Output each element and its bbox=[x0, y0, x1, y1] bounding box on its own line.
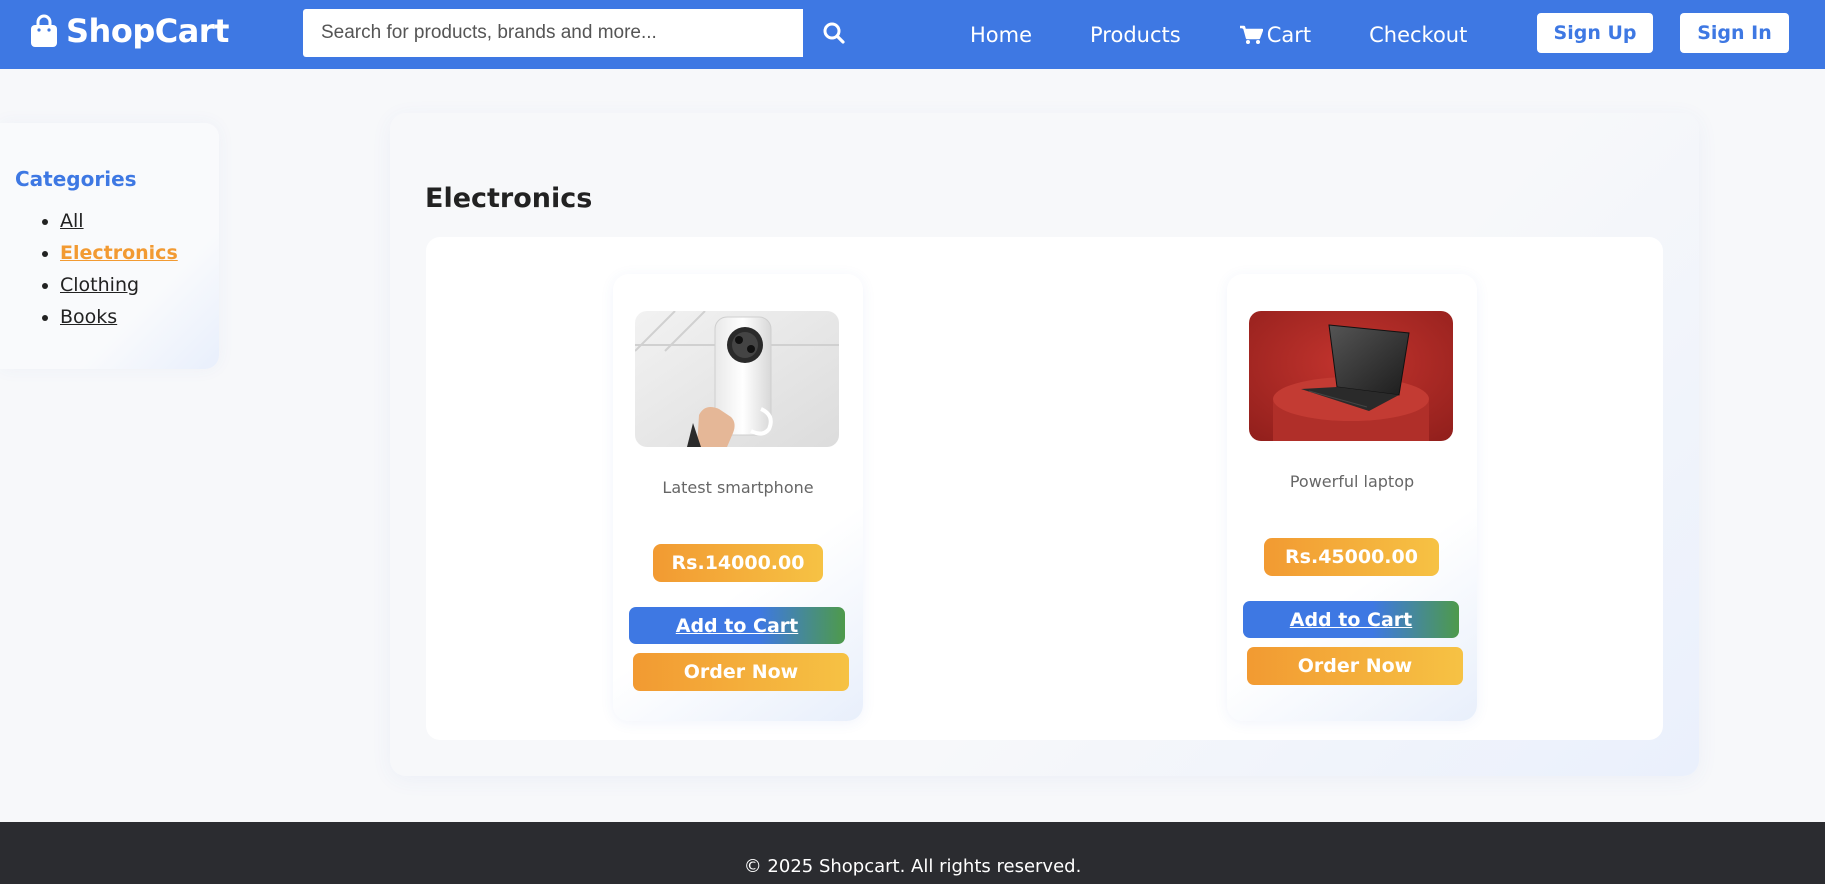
category-electronics-link[interactable]: Electronics bbox=[60, 242, 178, 264]
price-badge: Rs.45000.00 bbox=[1264, 538, 1439, 576]
category-clothing-link[interactable]: Clothing bbox=[60, 274, 139, 296]
product-card: Latest smartphone Rs.14000.00 Add to Car… bbox=[613, 274, 863, 721]
search-button[interactable] bbox=[803, 9, 865, 57]
list-item: Electronics bbox=[60, 237, 178, 269]
nav-checkout[interactable]: Checkout bbox=[1369, 23, 1467, 47]
search-icon bbox=[823, 22, 845, 44]
category-all-link[interactable]: All bbox=[60, 210, 84, 232]
nav-products[interactable]: Products bbox=[1090, 23, 1181, 47]
top-navbar: ShopCart Home Products Cart Checkout Sig… bbox=[0, 0, 1825, 69]
product-card: Powerful laptop Rs.45000.00 Add to Cart … bbox=[1227, 274, 1477, 721]
category-list: All Electronics Clothing Books bbox=[38, 205, 178, 333]
sign-up-button[interactable]: Sign Up bbox=[1537, 13, 1653, 53]
category-books-link[interactable]: Books bbox=[60, 306, 117, 328]
page-footer: © 2025 Shopcart. All rights reserved. bbox=[0, 822, 1825, 884]
cart-icon bbox=[1239, 25, 1263, 44]
nav-cart[interactable]: Cart bbox=[1239, 23, 1311, 47]
section-heading: Electronics bbox=[425, 183, 593, 214]
nav-cart-label: Cart bbox=[1266, 22, 1312, 47]
categories-sidebar: Categories All Electronics Clothing Book… bbox=[0, 123, 219, 369]
categories-title: Categories bbox=[15, 167, 137, 191]
product-section: Electronics Latest smartphone Rs.14000.0… bbox=[390, 113, 1699, 776]
search-bar bbox=[303, 9, 865, 57]
product-description: Latest smartphone bbox=[662, 478, 814, 497]
brand-logo[interactable]: ShopCart bbox=[30, 12, 229, 50]
price-badge: Rs.14000.00 bbox=[653, 544, 823, 582]
order-now-button[interactable]: Order Now bbox=[633, 653, 849, 691]
list-item: Clothing bbox=[60, 269, 178, 301]
list-item: Books bbox=[60, 301, 178, 333]
nav-home[interactable]: Home bbox=[970, 23, 1032, 47]
product-grid: Latest smartphone Rs.14000.00 Add to Car… bbox=[426, 237, 1663, 740]
brand-name: ShopCart bbox=[66, 12, 229, 50]
product-image-laptop[interactable] bbox=[1249, 311, 1453, 441]
sign-in-button[interactable]: Sign In bbox=[1680, 13, 1789, 53]
order-now-button[interactable]: Order Now bbox=[1247, 647, 1463, 685]
list-item: All bbox=[60, 205, 178, 237]
search-input[interactable] bbox=[303, 9, 803, 57]
product-description: Powerful laptop bbox=[1289, 472, 1415, 491]
shopping-bag-icon bbox=[31, 14, 57, 47]
add-to-cart-button[interactable]: Add to Cart bbox=[629, 607, 845, 644]
copyright-text: © 2025 Shopcart. All rights reserved. bbox=[743, 856, 1082, 877]
product-image-smartphone[interactable] bbox=[635, 311, 839, 447]
add-to-cart-button[interactable]: Add to Cart bbox=[1243, 601, 1459, 638]
main-nav: Home Products Cart Checkout bbox=[970, 0, 1525, 69]
